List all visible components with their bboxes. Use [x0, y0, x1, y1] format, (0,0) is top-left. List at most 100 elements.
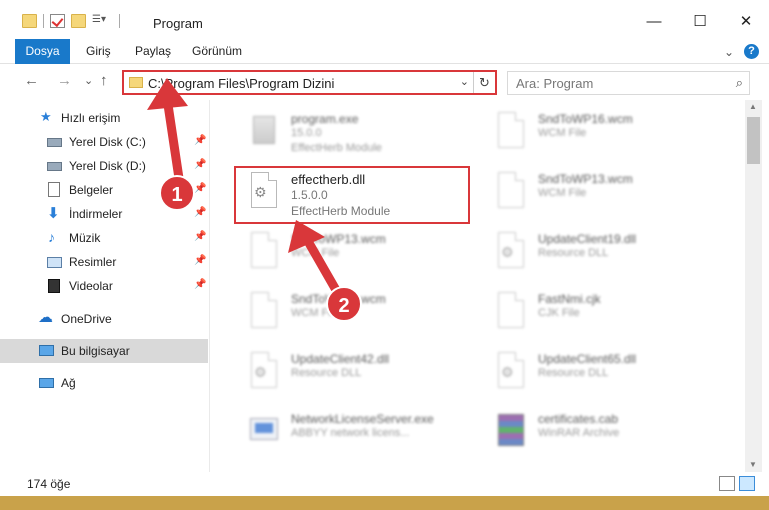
file-type: CJK File — [538, 307, 580, 319]
sidebar-item-label: OneDrive — [61, 312, 112, 326]
toolbar-divider — [43, 14, 44, 28]
new-folder-icon[interactable] — [71, 14, 86, 28]
tab-home[interactable]: Giriş — [86, 39, 111, 64]
file-name: UpdateClient42.dll — [291, 352, 390, 366]
file-description: EffectHerb Module — [291, 142, 382, 154]
sidebar-item-onedrive[interactable]: ☁ OneDrive — [0, 307, 208, 331]
pin-icon[interactable]: 📌 — [194, 183, 206, 194]
list-item[interactable]: ⚙ UpdateClient19.dll Resource DLL — [466, 226, 706, 282]
sidebar-item-label: Videolar — [69, 279, 113, 293]
minimize-button[interactable]: — — [631, 6, 677, 36]
drive-icon — [47, 162, 62, 171]
desktop-background-strip — [0, 496, 769, 510]
vertical-scrollbar[interactable]: ▲ ▼ — [745, 100, 762, 472]
file-name: FastNmi.cjk — [538, 292, 601, 306]
folder-icon — [22, 14, 37, 28]
sidebar-item-this-pc[interactable]: Bu bilgisayar — [0, 339, 208, 363]
scroll-up-icon[interactable]: ▲ — [749, 102, 757, 111]
navigation-pane: ★ Hızlı erişim Yerel Disk (C:) 📌 Yerel D… — [0, 100, 210, 472]
download-arrow-icon: ⬇ — [47, 205, 60, 222]
file-type: Resource DLL — [291, 367, 362, 379]
file-type: WCM File — [538, 187, 587, 199]
sidebar-item-videos[interactable]: Videolar 📌 — [0, 274, 208, 298]
maximize-button[interactable]: ☐ — [677, 6, 723, 36]
file-name: SndToWP13.wcm — [291, 232, 386, 246]
file-name: UpdateClient19.dll — [538, 232, 637, 246]
tab-view[interactable]: Görünüm — [192, 39, 242, 64]
pin-icon[interactable]: 📌 — [194, 255, 206, 266]
ribbon-tabs: Dosya Giriş Paylaş Görünüm ⌄ ? — [0, 39, 769, 95]
file-list: program.exe 15.0.0 EffectHerb Module Snd… — [211, 100, 745, 472]
file-type: Resource DLL — [538, 367, 609, 379]
sidebar-item-label: Yerel Disk (C:) — [69, 135, 146, 149]
list-item[interactable]: ⚙ UpdateClient42.dll Resource DLL — [219, 346, 459, 402]
search-input[interactable]: Ara: Program — [516, 76, 593, 91]
file-icon — [492, 292, 526, 334]
sidebar-item-music[interactable]: ♪ Müzik 📌 — [0, 226, 208, 250]
file-type: WCM File — [538, 127, 587, 139]
help-icon[interactable]: ? — [744, 44, 759, 59]
properties-check-icon[interactable] — [50, 14, 65, 28]
sidebar-item-pictures[interactable]: Resimler 📌 — [0, 250, 208, 274]
sidebar-item-quick-access[interactable]: ★ Hızlı erişim — [0, 106, 208, 130]
refresh-button[interactable]: ↻ — [473, 72, 495, 93]
recent-locations-button[interactable]: ⌄ — [84, 74, 93, 87]
exe-file-icon — [245, 112, 279, 154]
toolbar-divider — [119, 14, 120, 28]
sidebar-item-network[interactable]: Ağ — [0, 371, 208, 395]
expand-ribbon-icon[interactable]: ⌄ — [724, 45, 734, 59]
address-row: ← → ⌄ ↑ C:\Program Files\Program Dizini … — [0, 64, 769, 100]
list-item[interactable]: ⚙ UpdateClient65.dll Resource DLL — [466, 346, 706, 402]
tab-share[interactable]: Paylaş — [135, 39, 171, 64]
pin-icon[interactable]: 📌 — [194, 279, 206, 290]
list-item[interactable]: SndToWP16.wcm WCM File — [466, 106, 706, 162]
details-view-icon[interactable] — [719, 476, 735, 491]
file-icon — [492, 112, 526, 154]
pin-icon[interactable]: 📌 — [194, 159, 206, 170]
file-name: UpdateClient65.dll — [538, 352, 637, 366]
tiles-view-icon[interactable] — [739, 476, 755, 491]
dll-file-icon: ⚙ — [492, 232, 526, 274]
address-dropdown-button[interactable]: ⌄ — [460, 75, 469, 88]
list-item[interactable]: SndToWP13.wcm WCM File — [466, 166, 706, 222]
star-icon: ★ — [40, 109, 52, 124]
sidebar-item-label: İndirmeler — [69, 207, 123, 221]
sidebar-item-label: Hızlı erişim — [61, 111, 121, 125]
file-description: ABBYY network licens... — [291, 427, 410, 439]
sidebar-item-label: Yerel Disk (D:) — [69, 159, 146, 173]
archive-file-icon — [492, 412, 526, 454]
list-item[interactable]: certificates.cab WinRAR Archive — [466, 406, 706, 462]
search-icon: ⌕ — [735, 75, 743, 90]
dll-file-icon: ⚙ — [245, 352, 279, 394]
pin-icon[interactable]: 📌 — [194, 135, 206, 146]
step-badge-1: 1 — [159, 175, 195, 211]
explorer-window: ☰▾ Program — ☐ ✕ Dosya Giriş Paylaş Görü… — [0, 0, 769, 510]
title-bar: ☰▾ Program — ☐ ✕ — [0, 0, 769, 39]
back-button[interactable]: ← — [24, 72, 39, 89]
close-button[interactable]: ✕ — [723, 6, 769, 36]
exe-file-icon — [245, 412, 279, 454]
file-name: certificates.cab — [538, 412, 619, 426]
sidebar-item-label: Müzik — [69, 231, 101, 245]
sidebar-item-local-disk-c[interactable]: Yerel Disk (C:) 📌 — [0, 130, 208, 154]
forward-button[interactable]: → — [57, 72, 72, 89]
item-count: 174 öğe — [27, 477, 71, 491]
list-item[interactable]: FastNmi.cjk CJK File — [466, 286, 706, 342]
computer-icon — [39, 345, 54, 356]
address-path[interactable]: C:\Program Files\Program Dizini — [148, 76, 334, 91]
file-name: SndToWP16.wcm — [538, 112, 633, 126]
pin-icon[interactable]: 📌 — [194, 231, 206, 242]
film-icon — [48, 279, 60, 293]
list-item[interactable]: program.exe 15.0.0 EffectHerb Module — [219, 106, 459, 162]
music-note-icon: ♪ — [48, 229, 55, 245]
scroll-thumb[interactable] — [747, 117, 760, 164]
list-item[interactable]: NetworkLicenseServer.exe ABBYY network l… — [219, 406, 459, 462]
customize-toolbar-icon[interactable]: ☰▾ — [92, 14, 107, 28]
pin-icon[interactable]: 📌 — [194, 207, 206, 218]
scroll-down-icon[interactable]: ▼ — [749, 460, 757, 469]
search-box[interactable]: Ara: Program ⌕ — [507, 71, 750, 95]
up-button[interactable]: ↑ — [100, 72, 108, 89]
list-item[interactable]: SndToWP13.wcm WCM File — [219, 226, 459, 282]
sidebar-item-label: Resimler — [69, 255, 117, 269]
address-bar[interactable]: C:\Program Files\Program Dizini ⌄ ↻ — [122, 70, 497, 95]
